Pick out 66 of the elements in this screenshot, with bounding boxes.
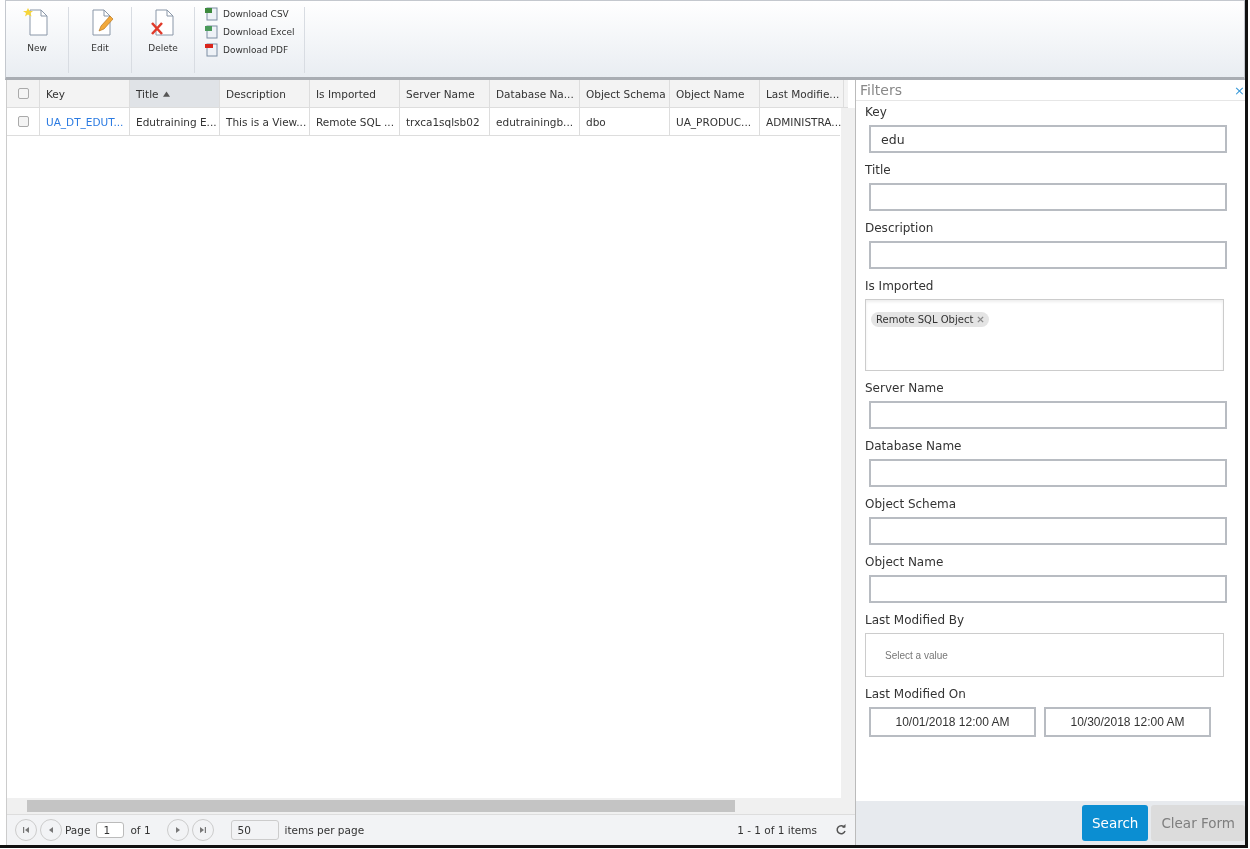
- table-cell: dbo: [580, 108, 670, 135]
- multiselect-field[interactable]: Remote SQL Object: [865, 299, 1224, 371]
- items-summary: 1 - 1 of 1 items: [737, 824, 817, 836]
- toolbar-button[interactable]: Edit: [69, 7, 132, 73]
- text-field[interactable]: [869, 401, 1227, 429]
- pdf-file-icon: [205, 43, 219, 57]
- column-header[interactable]: Database Na...: [490, 80, 580, 107]
- toolbar-button[interactable]: New: [6, 7, 69, 73]
- field-label: Is Imported: [865, 279, 935, 293]
- last-page-icon: [198, 826, 207, 834]
- table-cell: Edutraining E...: [130, 108, 220, 135]
- column-header[interactable]: Object Schema: [580, 80, 670, 107]
- key-link[interactable]: UA_DT_EDUT...: [40, 108, 130, 135]
- text-field[interactable]: [869, 241, 1227, 269]
- page-size-dropdown[interactable]: 50: [230, 820, 279, 840]
- tag-chip[interactable]: Remote SQL Object: [871, 312, 990, 327]
- field-label: Server Name: [865, 381, 945, 395]
- checkbox[interactable]: [17, 116, 29, 127]
- table-cell: This is a View...: [220, 108, 310, 135]
- spreadsheet-file-icon: [205, 25, 219, 39]
- search-button[interactable]: Search: [1082, 805, 1149, 841]
- field-label: Database Name: [865, 439, 963, 453]
- field-label: Object Name: [865, 555, 945, 569]
- text-field[interactable]: [869, 517, 1227, 545]
- download-link[interactable]: Download CSV: [205, 7, 295, 21]
- table-cell: edutrainingb...: [490, 108, 580, 135]
- table-cell: Remote SQL ...: [310, 108, 400, 135]
- text-field[interactable]: [869, 459, 1227, 487]
- refresh-icon[interactable]: [835, 824, 847, 836]
- column-header[interactable]: Title: [130, 80, 220, 107]
- text-field[interactable]: [869, 575, 1227, 603]
- first-page-icon: [22, 826, 30, 834]
- text-field[interactable]: edu: [869, 125, 1227, 153]
- previous-icon: [47, 826, 55, 834]
- field-label: Description: [865, 221, 935, 235]
- select-field[interactable]: Select a value: [865, 633, 1224, 677]
- column-header[interactable]: Object Name: [670, 80, 760, 107]
- download-link[interactable]: Download Excel: [205, 25, 295, 39]
- field-label: Object Schema: [865, 497, 958, 511]
- column-header[interactable]: Description: [220, 80, 310, 107]
- download-link[interactable]: Download PDF: [205, 43, 295, 57]
- spreadsheet-file-icon: [205, 7, 219, 21]
- date-field[interactable]: 10/01/2018 12:00 AM: [869, 707, 1036, 737]
- table-cell: trxca1sqlsb02: [400, 108, 490, 135]
- column-header[interactable]: Server Name: [400, 80, 490, 107]
- vertical-scrollbar[interactable]: [841, 108, 855, 798]
- checkbox[interactable]: [17, 88, 29, 99]
- toolbar-button[interactable]: Delete: [132, 7, 195, 73]
- remove-icon[interactable]: [977, 316, 985, 323]
- field-label: Last Modified On: [865, 687, 967, 701]
- field-label: Last Modified By: [865, 613, 966, 627]
- date-field[interactable]: 10/30/2018 12:00 AM: [1044, 707, 1211, 737]
- field-label: Key: [865, 105, 888, 119]
- page-count: of 1: [130, 824, 151, 836]
- sort-ascending-icon: [162, 90, 170, 97]
- filters-title: Filters: [860, 82, 902, 98]
- field-label: Title: [865, 163, 892, 177]
- items-per-page-label: items per page: [284, 824, 365, 836]
- text-field[interactable]: [869, 183, 1227, 211]
- next-icon: [173, 826, 182, 834]
- column-header[interactable]: Is Imported: [310, 80, 400, 107]
- page-input[interactable]: 1: [96, 822, 125, 838]
- page-label: Page: [65, 824, 91, 836]
- column-header[interactable]: Last Modifie...: [760, 80, 844, 107]
- table-cell: UA_PRODUC...: [670, 108, 760, 135]
- horizontal-scrollbar[interactable]: [7, 798, 855, 814]
